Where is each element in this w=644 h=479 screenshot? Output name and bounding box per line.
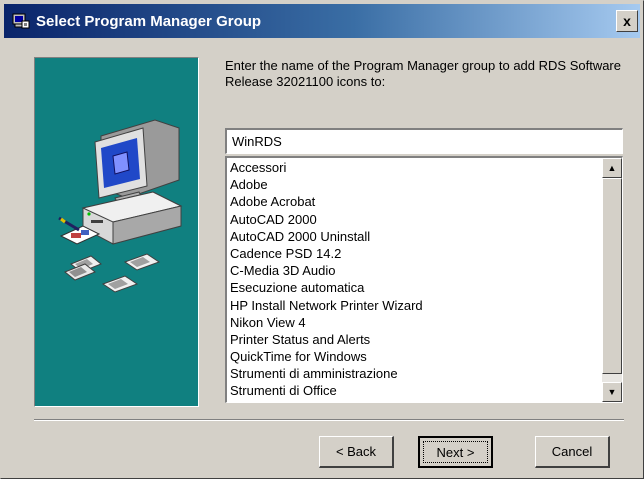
button-separator [34, 419, 624, 421]
cancel-button[interactable]: Cancel [535, 436, 610, 468]
list-item[interactable]: Accessori [230, 159, 600, 176]
list-item[interactable]: Strumenti di Office [230, 382, 600, 399]
close-button[interactable]: x [616, 10, 638, 32]
arrow-down-icon[interactable]: ▼ [602, 382, 622, 402]
scrollbar-thumb[interactable] [602, 178, 622, 374]
group-listbox[interactable]: Accessori Adobe Adobe Acrobat AutoCAD 2000 A… [225, 156, 623, 403]
list-item[interactable]: HP Install Network Printer Wizard [230, 297, 600, 314]
wizard-art-panel [34, 57, 199, 407]
list-item[interactable]: QuickTime for Windows [230, 348, 600, 365]
group-list-items: Accessori Adobe Adobe Acrobat AutoCAD 2000 A… [230, 159, 600, 400]
list-item[interactable]: Printer Status and Alerts [230, 331, 600, 348]
arrow-up-icon[interactable]: ▲ [602, 158, 622, 178]
setup-app-icon [12, 13, 30, 29]
vertical-scrollbar[interactable]: ▲ ▼ [602, 158, 622, 402]
list-item[interactable]: Cadence PSD 14.2 [230, 245, 600, 262]
list-item[interactable]: AutoCAD 2000 [230, 211, 600, 228]
setup-dialog: Select Program Manager Group x Enter the… [0, 0, 644, 479]
group-name-input[interactable] [225, 128, 623, 154]
list-item[interactable]: Esecuzione automatica [230, 279, 600, 296]
list-item[interactable]: Nikon View 4 [230, 314, 600, 331]
focus-rectangle [423, 441, 488, 463]
computer-install-icon [58, 119, 183, 293]
list-item[interactable]: Adobe [230, 176, 600, 193]
list-item[interactable]: Adobe Acrobat [230, 193, 600, 210]
instruction-text: Enter the name of the Program Manager gr… [225, 58, 621, 89]
next-button[interactable]: Next > [418, 436, 493, 468]
window-title: Select Program Manager Group [36, 13, 262, 30]
list-item[interactable]: C-Media 3D Audio [230, 262, 600, 279]
title-bar[interactable]: Select Program Manager Group x [4, 4, 640, 38]
list-item[interactable]: AutoCAD 2000 Uninstall [230, 228, 600, 245]
list-item[interactable]: Strumenti di amministrazione [230, 365, 600, 382]
back-button[interactable]: < Back [319, 436, 394, 468]
